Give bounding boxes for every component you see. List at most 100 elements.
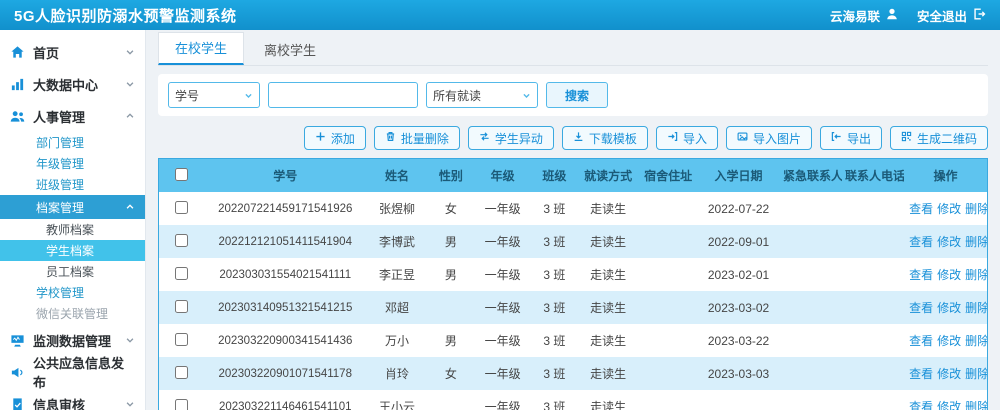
cell-gender: 女 [428, 192, 474, 225]
view-link[interactable]: 查看 [909, 202, 933, 216]
cell-grade: 一年级 [474, 357, 532, 390]
sidebar-item-teacher-archive[interactable]: 教师档案 [0, 219, 145, 240]
tab-enrolled-students[interactable]: 在校学生 [158, 32, 244, 65]
cell-date: 2023-03-02 [697, 291, 780, 324]
edit-link[interactable]: 修改 [937, 202, 961, 216]
column-header: 性别 [428, 159, 474, 192]
view-link[interactable]: 查看 [909, 400, 933, 410]
row-checkbox[interactable] [175, 267, 188, 280]
search-input[interactable] [268, 82, 418, 108]
cell-contact [780, 291, 842, 324]
cell-contact [780, 390, 842, 410]
column-header: 联系人电话 [842, 159, 904, 192]
student-transfer-button[interactable]: 学生异动 [468, 126, 554, 150]
row-checkbox[interactable] [175, 201, 188, 214]
row-checkbox[interactable] [175, 399, 188, 410]
image-icon [737, 131, 748, 145]
table-header-row: 学号 姓名 性别 年级 班级 就读方式 宿舍住址 入学日期 紧急联系人 联系人电… [159, 159, 987, 192]
delete-link[interactable]: 删除 [965, 301, 987, 315]
sidebar-item-label: 档案管理 [36, 199, 84, 216]
edit-link[interactable]: 修改 [937, 334, 961, 348]
delete-link[interactable]: 删除 [965, 367, 987, 381]
sidebar-item-dept[interactable]: 部门管理 [0, 132, 145, 153]
edit-link[interactable]: 修改 [937, 301, 961, 315]
cell-contact [780, 192, 842, 225]
search-button[interactable]: 搜索 [546, 82, 608, 108]
chevron-down-icon [244, 91, 253, 100]
sidebar-item-student-archive[interactable]: 学生档案 [0, 240, 145, 261]
row-checkbox[interactable] [175, 234, 188, 247]
student-table: 学号 姓名 性别 年级 班级 就读方式 宿舍住址 入学日期 紧急联系人 联系人电… [158, 158, 988, 410]
cell-gender [428, 291, 474, 324]
cell-student-id: 202303221146461541101 [205, 390, 366, 410]
edit-link[interactable]: 修改 [937, 400, 961, 410]
add-button[interactable]: 添加 [304, 126, 366, 150]
edit-link[interactable]: 修改 [937, 268, 961, 282]
row-checkbox[interactable] [175, 300, 188, 313]
sidebar-item-school[interactable]: 学校管理 [0, 282, 145, 303]
edit-link[interactable]: 修改 [937, 367, 961, 381]
batch-delete-button[interactable]: 批量删除 [374, 126, 460, 150]
view-link[interactable]: 查看 [909, 268, 933, 282]
import-images-button[interactable]: 导入图片 [726, 126, 812, 150]
download-icon [573, 131, 584, 145]
cell-date [697, 390, 780, 410]
button-label: 生成二维码 [917, 130, 977, 147]
cell-class: 3 班 [532, 258, 578, 291]
delete-link[interactable]: 删除 [965, 202, 987, 216]
app-title: 5G人脸识别防溺水预警监测系统 [14, 5, 237, 26]
cell-contact [780, 225, 842, 258]
tab-departed-students[interactable]: 离校学生 [248, 35, 332, 65]
view-link[interactable]: 查看 [909, 301, 933, 315]
sidebar-item-emergency[interactable]: 公共应急信息发布 [0, 356, 145, 388]
sidebar-item-label: 人事管理 [33, 107, 85, 126]
cell-student-id: 202303140951321541215 [205, 291, 366, 324]
view-link[interactable]: 查看 [909, 367, 933, 381]
delete-link[interactable]: 删除 [965, 268, 987, 282]
download-template-button[interactable]: 下载模板 [562, 126, 648, 150]
logout-button[interactable]: 安全退出 [917, 6, 986, 25]
generate-qrcode-button[interactable]: 生成二维码 [890, 126, 988, 150]
select-all-checkbox[interactable] [175, 168, 188, 181]
enrollment-status-select[interactable]: 所有就读 [426, 82, 538, 108]
export-icon [831, 131, 842, 145]
chevron-down-icon [125, 79, 135, 89]
sidebar-item-bigdata[interactable]: 大数据中心 [0, 68, 145, 100]
cell-contact [780, 258, 842, 291]
cell-date: 2023-03-22 [697, 324, 780, 357]
cell-class: 3 班 [532, 390, 578, 410]
table-row: 202207221459171541926 张煜柳 女 一年级 3 班 走读生 … [159, 192, 987, 225]
export-button[interactable]: 导出 [820, 126, 882, 150]
sidebar-item-wechat[interactable]: 微信关联管理 [0, 303, 145, 324]
edit-link[interactable]: 修改 [937, 235, 961, 249]
sidebar-item-home[interactable]: 首页 [0, 36, 145, 68]
cell-name: 李博武 [366, 225, 428, 258]
sidebar-item-audit[interactable]: 信息审核 [0, 388, 145, 410]
user-menu[interactable]: 云海易联 [830, 6, 899, 25]
cell-dorm [639, 192, 697, 225]
column-header: 班级 [532, 159, 578, 192]
sidebar: 首页 大数据中心 人事管理 部门管理 年级管理 班级管理 档案管理 教师档案 学… [0, 30, 146, 410]
cell-student-id: 202207221459171541926 [205, 192, 366, 225]
sidebar-item-staff-archive[interactable]: 员工档案 [0, 261, 145, 282]
row-checkbox[interactable] [175, 333, 188, 346]
view-link[interactable]: 查看 [909, 235, 933, 249]
cell-mode: 走读生 [577, 192, 639, 225]
cell-student-id: 202303031554021541111 [205, 258, 366, 291]
import-button[interactable]: 导入 [656, 126, 718, 150]
sidebar-item-label: 年级管理 [36, 155, 84, 172]
cell-dorm [639, 225, 697, 258]
sidebar-item-hr[interactable]: 人事管理 [0, 100, 145, 132]
sidebar-item-label: 部门管理 [36, 134, 84, 151]
delete-link[interactable]: 删除 [965, 235, 987, 249]
sidebar-item-grade[interactable]: 年级管理 [0, 153, 145, 174]
cell-grade: 一年级 [474, 192, 532, 225]
view-link[interactable]: 查看 [909, 334, 933, 348]
sidebar-item-monitor[interactable]: 监测数据管理 [0, 324, 145, 356]
delete-link[interactable]: 删除 [965, 400, 987, 410]
row-checkbox[interactable] [175, 366, 188, 379]
delete-link[interactable]: 删除 [965, 334, 987, 348]
sidebar-item-archive[interactable]: 档案管理 [0, 195, 145, 219]
sidebar-item-class[interactable]: 班级管理 [0, 174, 145, 195]
search-field-select[interactable]: 学号 [168, 82, 260, 108]
